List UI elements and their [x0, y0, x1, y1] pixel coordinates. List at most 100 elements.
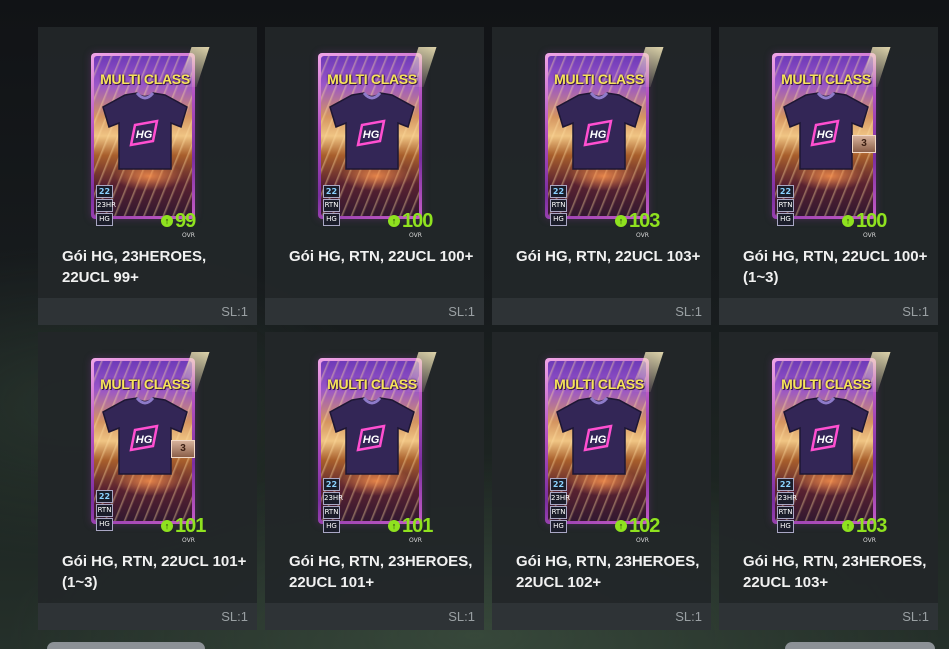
ovr-indicator: ↑ 100: [842, 211, 887, 231]
pack-card-image: MULTI CLASS HG 22 23HR RTN HG ↑ 102 OVR: [541, 352, 664, 544]
card-badge: 22: [323, 478, 340, 491]
card-badge: HG: [323, 213, 340, 226]
pack-footer: SL:1: [492, 298, 711, 325]
pack-card-image: MULTI CLASS HG 22 RTN HG ↑ 100 OVR: [314, 47, 437, 239]
pack-tile[interactable]: MULTI CLASS HG 22 23HR RTN HG ↑ 101 OVR Gói H…: [265, 332, 484, 630]
card-badge: HG: [96, 518, 113, 531]
pack-footer: SL:1: [492, 603, 711, 630]
card-badges: 22 RTN HG: [323, 185, 340, 226]
pack-title: Gói HG, RTN, 22UCL 100+ (1~3): [743, 248, 928, 286]
bottom-button-left[interactable]: [47, 642, 205, 649]
jersey-icon: HG: [783, 397, 869, 475]
card-badge: RTN: [323, 506, 340, 519]
jersey-image: HG: [328, 91, 416, 171]
ovr-indicator: ↑ 99: [161, 211, 196, 231]
pack-tile[interactable]: MULTI CLASS HG 22 23HR RTN HG ↑ 102 OVR Gói H…: [492, 332, 711, 630]
pack-tile[interactable]: MULTI CLASS HG 22 23HR HG ↑ 99 OVR Gói HG, 2…: [38, 27, 257, 325]
up-arrow-icon: ↑: [842, 520, 854, 532]
up-arrow-icon: ↑: [615, 520, 627, 532]
pack-title: Gói HG, RTN, 22UCL 103+: [516, 248, 701, 265]
pack-title: Gói HG, RTN, 22UCL 101+ (1~3): [62, 553, 247, 591]
pack-footer: SL:1: [265, 298, 484, 325]
pack-quantity: SL:1: [675, 304, 702, 319]
card-badges: 22 23HR RTN HG: [777, 478, 797, 533]
ovr-indicator: ↑ 102: [615, 516, 660, 536]
svg-text:HG: HG: [136, 129, 153, 141]
rank-plate-icon: 3: [852, 135, 876, 153]
card-class-label: MULTI CLASS: [327, 71, 417, 87]
pack-tile[interactable]: MULTI CLASS HG 22 RTN HG ↑ 100 OVR Gói HG, R…: [265, 27, 484, 325]
up-arrow-icon: ↑: [615, 215, 627, 227]
pack-card-image: MULTI CLASS HG 22 23HR HG ↑ 99 OVR: [87, 47, 210, 239]
pack-quantity: SL:1: [221, 304, 248, 319]
bottom-button-right[interactable]: [785, 642, 935, 649]
card-badge: 22: [96, 185, 113, 198]
jersey-image: HG: [555, 91, 643, 171]
pack-quantity: SL:1: [902, 304, 929, 319]
up-arrow-icon: ↑: [161, 215, 173, 227]
pack-tile[interactable]: MULTI CLASS HG 22 23HR RTN HG ↑ 103 OVR Gói H…: [719, 332, 938, 630]
ovr-label: OVR: [182, 537, 195, 544]
pack-quantity: SL:1: [902, 609, 929, 624]
svg-text:HG: HG: [817, 434, 834, 446]
card-badge: RTN: [323, 199, 340, 212]
card-badge: HG: [550, 520, 567, 533]
card-class-label: MULTI CLASS: [781, 71, 871, 87]
card-badge: 23HR: [550, 492, 570, 505]
card-badge: 22: [777, 185, 794, 198]
card-badge: RTN: [777, 506, 794, 519]
up-arrow-icon: ↑: [161, 520, 173, 532]
pack-footer: SL:1: [719, 603, 938, 630]
pack-card-image: MULTI CLASS HG 22 RTN HG 3 ↑ 100 OVR: [768, 47, 891, 239]
card-badge: RTN: [550, 506, 567, 519]
pack-title: Gói HG, RTN, 22UCL 100+: [289, 248, 474, 265]
pack-tile[interactable]: MULTI CLASS HG 22 RTN HG 3 ↑ 100 OVR Gói HG, …: [719, 27, 938, 325]
jersey-image: HG: [328, 396, 416, 476]
jersey-icon: HG: [556, 92, 642, 170]
card-badge: HG: [777, 213, 794, 226]
ovr-value: 101: [175, 515, 206, 537]
pack-title: Gói HG, RTN, 23HEROES, 22UCL 101+: [289, 553, 473, 591]
ovr-indicator: ↑ 100: [388, 211, 433, 231]
pack-tile[interactable]: MULTI CLASS HG 22 RTN HG ↑ 103 OVR Gói HG, R…: [492, 27, 711, 325]
pack-grid: MULTI CLASS HG 22 23HR HG ↑ 99 OVR Gói HG, 2…: [38, 27, 938, 630]
up-arrow-icon: ↑: [388, 520, 400, 532]
pack-title: Gói HG, 23HEROES, 22UCL 99+: [62, 248, 207, 286]
card-badge: RTN: [777, 199, 794, 212]
pack-footer: SL:1: [38, 603, 257, 630]
card-badge: HG: [550, 213, 567, 226]
pack-quantity: SL:1: [448, 304, 475, 319]
pack-card-image: MULTI CLASS HG 22 RTN HG ↑ 103 OVR: [541, 47, 664, 239]
card-class-label: MULTI CLASS: [554, 71, 644, 87]
card-badges: 22 23HR HG: [96, 185, 116, 226]
jersey-image: HG: [101, 91, 189, 171]
card-class-label: MULTI CLASS: [100, 71, 190, 87]
card-class-label: MULTI CLASS: [781, 376, 871, 392]
card-class-label: MULTI CLASS: [100, 376, 190, 392]
ovr-label: OVR: [182, 232, 195, 239]
ovr-indicator: ↑ 101: [161, 515, 206, 537]
card-badge: HG: [96, 213, 113, 226]
rank-plate-icon: 3: [171, 440, 195, 458]
jersey-icon: HG: [329, 397, 415, 475]
ovr-value: 101: [402, 515, 433, 537]
card-badge: HG: [777, 520, 794, 533]
card-badge: 23HR: [323, 492, 343, 505]
jersey-icon: HG: [329, 92, 415, 170]
card-badge: 23HR: [777, 492, 797, 505]
svg-text:HG: HG: [363, 129, 380, 141]
ovr-label: OVR: [409, 232, 422, 239]
svg-text:HG: HG: [590, 129, 607, 141]
ovr-value: 103: [629, 210, 660, 232]
pack-tile[interactable]: MULTI CLASS HG 22 RTN HG 3 ↑ 101 OVR Gói HG, …: [38, 332, 257, 630]
card-badge: 22: [323, 185, 340, 198]
pack-quantity: SL:1: [221, 609, 248, 624]
pack-quantity: SL:1: [675, 609, 702, 624]
pack-title: Gói HG, RTN, 23HEROES, 22UCL 102+: [516, 553, 700, 591]
up-arrow-icon: ↑: [388, 215, 400, 227]
jersey-image: HG: [555, 396, 643, 476]
card-badges: 22 23HR RTN HG: [323, 478, 343, 533]
card-class-label: MULTI CLASS: [327, 376, 417, 392]
svg-text:HG: HG: [363, 434, 380, 446]
card-class-label: MULTI CLASS: [554, 376, 644, 392]
